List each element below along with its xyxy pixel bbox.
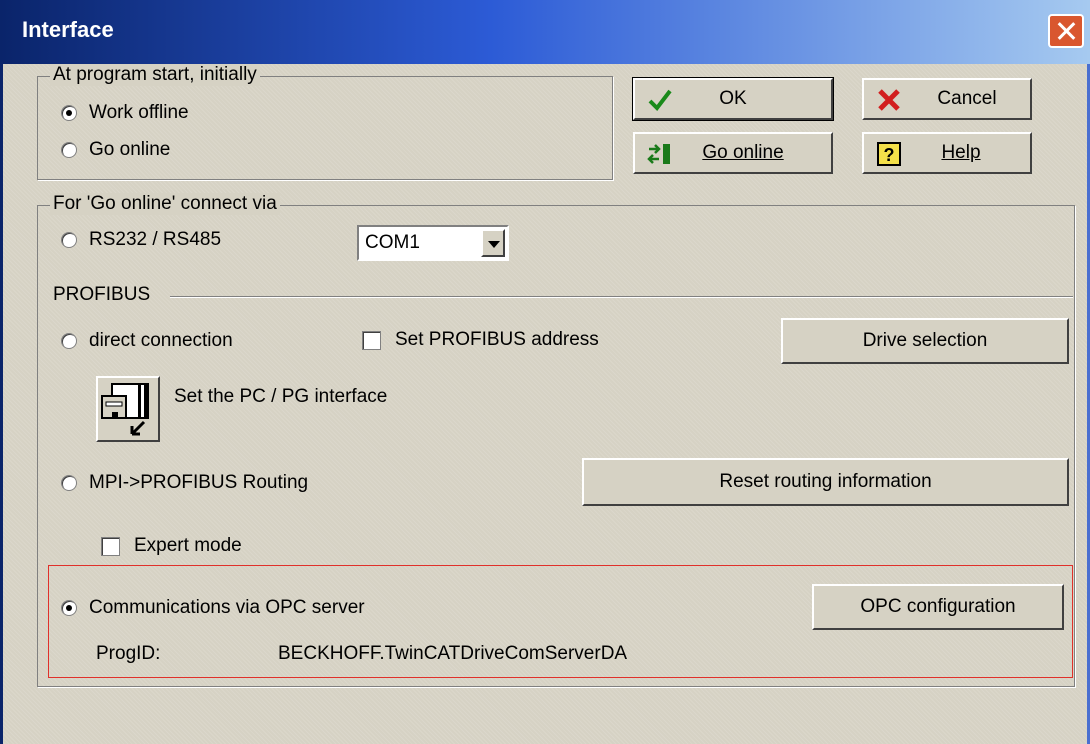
startup-group-label: At program start, initially xyxy=(50,64,260,86)
help-icon: ? xyxy=(877,142,901,166)
svg-text:?: ? xyxy=(884,145,895,165)
checkbox-set-profibus-address[interactable]: Set PROFIBUS address xyxy=(362,329,599,351)
reset-routing-button[interactable]: Reset routing information xyxy=(582,458,1069,506)
go-online-icon xyxy=(647,144,670,164)
mpi-routing-label: MPI->PROFIBUS Routing xyxy=(89,472,309,493)
help-button[interactable]: ? Help xyxy=(862,132,1032,174)
progid-label: ProgID: xyxy=(96,643,161,664)
connect-group-label: For 'Go online' connect via xyxy=(50,193,280,215)
radio-mpi-profibus-routing[interactable]: MPI->PROFIBUS Routing xyxy=(61,472,308,494)
drive-selection-label: Drive selection xyxy=(862,330,988,351)
rs232-label: RS232 / RS485 xyxy=(89,229,222,250)
radio-rs232[interactable]: RS232 / RS485 xyxy=(61,229,221,251)
reset-routing-label: Reset routing information xyxy=(719,471,932,492)
chevron-down-icon[interactable] xyxy=(481,229,505,257)
window-border-left xyxy=(0,64,3,744)
go-online-button[interactable]: Go online xyxy=(633,132,833,174)
drive-selection-button[interactable]: Drive selection xyxy=(781,318,1069,364)
expert-mode-label: Expert mode xyxy=(134,535,242,556)
title-bar: Interface xyxy=(0,0,1090,64)
checkbox-expert-mode[interactable]: Expert mode xyxy=(101,535,242,557)
startup-groupbox xyxy=(37,76,613,180)
pc-pg-interface-icon[interactable] xyxy=(96,376,160,442)
work-offline-label: Work offline xyxy=(89,102,189,123)
checkbox-indicator xyxy=(101,536,120,556)
cancel-label: Cancel xyxy=(937,88,997,109)
opc-configuration-button[interactable]: OPC configuration xyxy=(812,584,1064,630)
radio-indicator xyxy=(61,105,77,121)
checkmark-icon xyxy=(648,89,672,112)
profibus-separator xyxy=(170,296,1073,297)
radio-indicator xyxy=(61,333,77,349)
radio-go-online[interactable]: Go online xyxy=(61,139,170,161)
cancel-x-icon xyxy=(878,89,900,111)
profibus-label: PROFIBUS xyxy=(53,284,151,305)
radio-work-offline[interactable]: Work offline xyxy=(61,102,189,124)
progid-value: BECKHOFF.TwinCATDriveComServerDA xyxy=(278,643,628,664)
radio-communications-opc[interactable]: Communications via OPC server xyxy=(61,597,365,619)
cancel-button[interactable]: Cancel xyxy=(862,78,1032,120)
go-online-button-label: Go online xyxy=(702,142,784,163)
radio-direct-connection[interactable]: direct connection xyxy=(61,330,233,352)
pc-pg-interface-graphic xyxy=(101,383,149,436)
checkbox-indicator xyxy=(362,330,381,350)
set-pc-pg-interface-label: Set the PC / PG interface xyxy=(174,386,388,407)
go-online-label: Go online xyxy=(89,139,171,160)
ok-button[interactable]: OK xyxy=(632,77,834,121)
radio-indicator xyxy=(61,142,77,158)
communications-opc-label: Communications via OPC server xyxy=(89,597,365,618)
window-title: Interface xyxy=(22,17,114,42)
direct-connection-label: direct connection xyxy=(89,330,233,351)
opc-configuration-label: OPC configuration xyxy=(860,596,1016,617)
help-label: Help xyxy=(941,142,981,163)
ok-label: OK xyxy=(719,88,747,109)
set-profibus-address-label: Set PROFIBUS address xyxy=(395,329,599,350)
close-icon[interactable] xyxy=(1048,14,1084,48)
radio-indicator xyxy=(61,600,77,616)
radio-indicator xyxy=(61,475,77,491)
com-port-value: COM1 xyxy=(365,232,420,253)
com-port-select[interactable]: COM1 xyxy=(357,225,509,261)
radio-indicator xyxy=(61,232,77,248)
